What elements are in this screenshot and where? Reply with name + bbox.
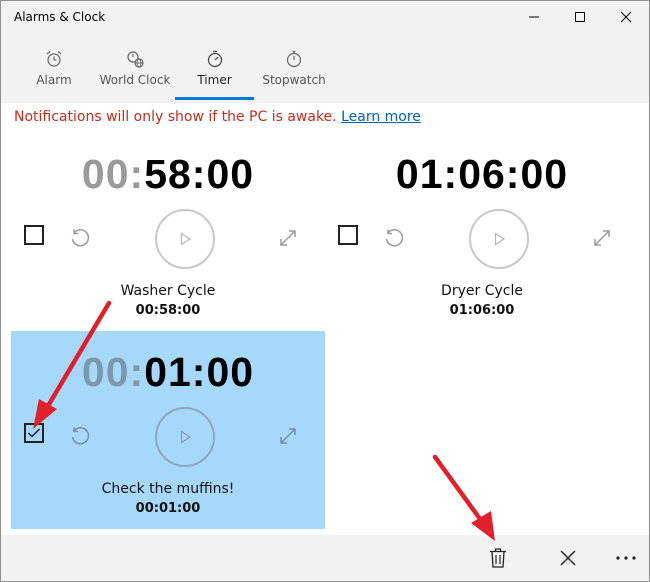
timer-select-checkbox[interactable] <box>338 225 358 245</box>
window-title: Alarms & Clock <box>14 10 106 24</box>
maximize-button[interactable] <box>557 1 603 33</box>
timer-select-checkbox[interactable] <box>24 225 44 245</box>
reset-icon <box>71 427 90 445</box>
tab-label: World Clock <box>99 73 171 87</box>
play-button[interactable] <box>155 209 215 269</box>
minimize-icon <box>529 16 539 18</box>
app-window: Alarms & Clock Alarm World Clock Timer S… <box>0 0 650 582</box>
play-icon <box>180 430 192 444</box>
expand-icon <box>280 428 296 444</box>
play-icon <box>180 232 192 246</box>
world-clock-icon <box>127 51 144 68</box>
tab-label: Alarm <box>36 73 72 87</box>
tab-alarm[interactable]: Alarm <box>27 35 81 103</box>
expand-button[interactable] <box>589 225 615 251</box>
learn-more-link[interactable]: Learn more <box>341 109 421 125</box>
tab-label: Timer <box>197 73 232 87</box>
timer-display: 00:01:00 <box>81 349 255 395</box>
stopwatch-icon <box>286 50 302 68</box>
more-button[interactable] <box>603 535 649 581</box>
reset-button[interactable] <box>67 423 93 449</box>
timer-remaining: 00:01:00 <box>135 501 201 516</box>
close-button[interactable] <box>603 1 649 33</box>
cancel-icon <box>560 550 576 566</box>
tab-world-clock[interactable]: World Clock <box>97 35 173 103</box>
notice-text: Notifications will only show if the PC i… <box>14 109 337 125</box>
timer-card[interactable]: 01:06:00 Dryer Cycle 01:06:00 <box>325 133 639 331</box>
timer-minutes-seconds: 01:00 <box>144 349 255 395</box>
command-bar <box>1 535 649 581</box>
play-icon <box>494 232 506 246</box>
timer-remaining: 00:58:00 <box>135 303 201 318</box>
timer-name: Dryer Cycle <box>441 283 523 299</box>
active-tab-indicator <box>175 97 254 100</box>
timer-hours: 00 <box>81 349 130 395</box>
timer-remaining: 01:06:00 <box>449 303 515 318</box>
title-bar: Alarms & Clock <box>1 1 649 35</box>
timer-name: Check the muffins! <box>101 481 235 497</box>
timer-display: 00:58:00 <box>81 151 255 197</box>
delete-icon <box>490 548 506 568</box>
expand-button[interactable] <box>275 225 301 251</box>
maximize-icon <box>575 12 585 22</box>
tab-bar: Alarm World Clock Timer Stopwatch <box>1 35 649 103</box>
reset-icon <box>385 229 404 247</box>
timer-card-selected[interactable]: 00:01:00 Check the muffins! 00:01:00 <box>11 331 325 529</box>
expand-icon <box>594 230 610 246</box>
more-icon <box>616 556 636 560</box>
notification-notice: Notifications will only show if the PC i… <box>14 109 421 125</box>
expand-icon <box>280 230 296 246</box>
reset-button[interactable] <box>67 225 93 251</box>
timer-icon <box>207 50 222 68</box>
timer-card[interactable]: 00:58:00 Washer Cycle 00:58:00 <box>11 133 325 331</box>
play-button[interactable] <box>155 407 215 467</box>
alarm-icon <box>46 51 62 67</box>
delete-button[interactable] <box>475 535 521 581</box>
reset-icon <box>71 229 90 247</box>
timer-select-checkbox-checked[interactable] <box>24 423 44 443</box>
expand-button[interactable] <box>275 423 301 449</box>
cancel-button[interactable] <box>545 535 591 581</box>
timer-minutes-seconds: 58:00 <box>144 151 255 197</box>
timer-hours: 01 <box>395 151 444 197</box>
play-button[interactable] <box>469 209 529 269</box>
timer-name: Washer Cycle <box>120 283 216 299</box>
minimize-button[interactable] <box>511 1 557 33</box>
checkmark-icon <box>28 428 40 438</box>
close-icon <box>620 11 632 23</box>
timer-minutes-seconds: 06:00 <box>458 151 569 197</box>
timer-display: 01:06:00 <box>395 151 569 197</box>
tab-label: Stopwatch <box>262 73 326 87</box>
timer-hours: 00 <box>81 151 130 197</box>
tab-timer[interactable]: Timer <box>175 35 254 103</box>
tab-stopwatch[interactable]: Stopwatch <box>262 35 326 103</box>
reset-button[interactable] <box>381 225 407 251</box>
